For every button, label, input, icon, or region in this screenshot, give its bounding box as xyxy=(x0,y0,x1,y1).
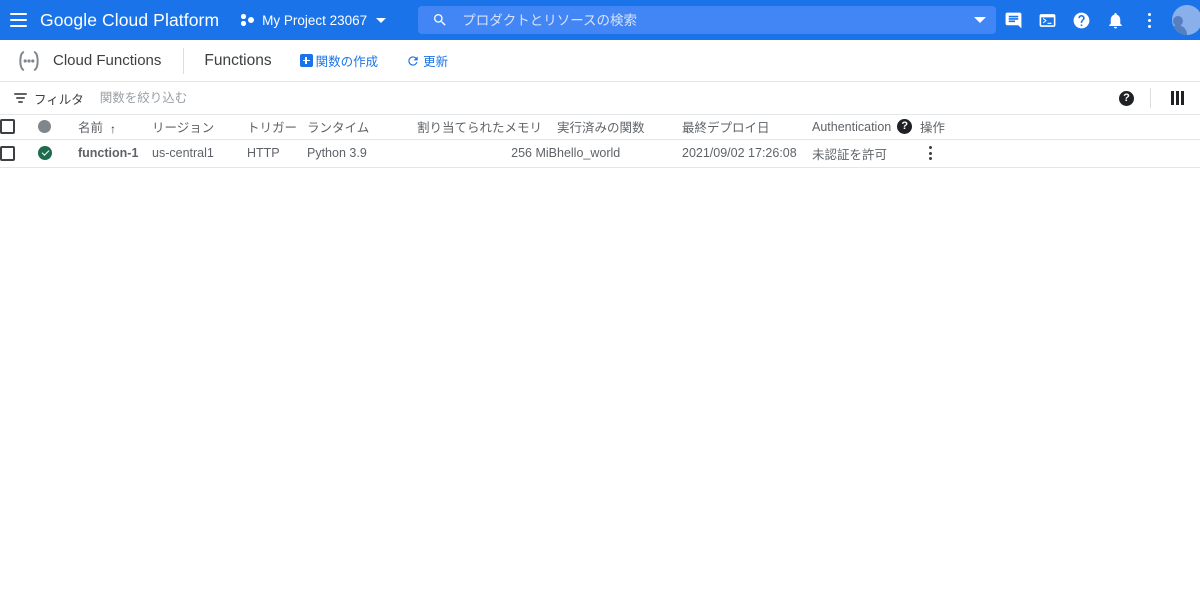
row-authentication: 未認証を許可 xyxy=(812,139,920,168)
project-dots-icon xyxy=(241,13,255,27)
row-name[interactable]: function-1 xyxy=(78,139,152,168)
column-header-last-deploy[interactable]: 最終デプロイ日 xyxy=(682,115,812,140)
column-header-operations: 操作 xyxy=(920,115,980,140)
search-input[interactable] xyxy=(462,12,967,28)
cloud-shell-icon[interactable] xyxy=(1030,0,1064,40)
search-icon xyxy=(432,12,448,28)
row-runtime: Python 3.9 xyxy=(307,139,417,168)
hamburger-line xyxy=(10,19,27,21)
create-function-button[interactable]: 関数の作成 xyxy=(299,51,379,70)
hamburger-menu-icon[interactable] xyxy=(10,0,27,40)
column-header-trigger[interactable]: トリガー xyxy=(247,115,307,140)
plus-icon xyxy=(299,54,313,67)
help-icon[interactable]: ? xyxy=(897,119,913,135)
select-all-header xyxy=(0,115,38,140)
filter-button[interactable]: フィルタ xyxy=(14,89,84,108)
create-function-label: 関数の作成 xyxy=(315,55,379,69)
row-trigger: HTTP xyxy=(247,139,307,168)
row-more-icon[interactable] xyxy=(920,146,940,160)
row-select-cell xyxy=(0,139,38,168)
row-spacer xyxy=(980,139,1200,168)
notifications-icon[interactable] xyxy=(1098,0,1132,40)
column-header-memory[interactable]: 割り当てられたメモリ xyxy=(417,115,557,140)
status-header xyxy=(38,115,78,140)
help-icon[interactable]: ? xyxy=(1119,90,1134,106)
help-icon[interactable] xyxy=(1064,0,1098,40)
kebab-dots xyxy=(1147,12,1151,28)
row-region: us-central1 xyxy=(152,139,247,168)
product-header: Cloud Functions Functions 関数の作成 更新 xyxy=(0,40,1200,82)
filter-input[interactable] xyxy=(99,91,1119,105)
product-name[interactable]: Cloud Functions xyxy=(53,52,161,69)
filter-bar: フィルタ ? xyxy=(0,82,1200,115)
status-ok-icon xyxy=(38,146,52,160)
table-row[interactable]: function-1 us-central1 HTTP Python 3.9 2… xyxy=(0,139,1200,168)
filter-icon xyxy=(14,93,27,103)
project-name: My Project 23067 xyxy=(262,12,368,28)
top-app-bar: Google Cloud Platform My Project 23067 xyxy=(0,0,1200,40)
feedback-icon[interactable] xyxy=(996,0,1030,40)
chevron-down-icon[interactable] xyxy=(974,17,987,23)
page-title: Functions xyxy=(204,51,272,69)
column-header-region[interactable]: リージョン xyxy=(152,115,247,140)
brand-title[interactable]: Google Cloud Platform xyxy=(40,10,219,31)
row-operations-cell xyxy=(920,139,980,168)
row-exec-function: hello_world xyxy=(557,139,682,168)
refresh-button[interactable]: 更新 xyxy=(406,51,448,70)
refresh-label: 更新 xyxy=(423,55,449,69)
filter-bar-divider xyxy=(1150,88,1151,108)
row-checkbox[interactable] xyxy=(0,145,15,161)
account-avatar[interactable] xyxy=(1172,5,1200,35)
filter-bar-actions: ? xyxy=(1119,87,1188,109)
column-header-authentication-label: Authentication xyxy=(812,119,892,134)
filter-label: フィルタ xyxy=(34,92,84,107)
column-header-name[interactable]: 名前 ↑ xyxy=(78,115,152,140)
column-header-name-label: 名前 xyxy=(78,121,104,136)
project-selector[interactable]: My Project 23067 xyxy=(241,12,387,28)
column-header-runtime[interactable]: ランタイム xyxy=(307,115,417,140)
table-body: function-1 us-central1 HTTP Python 3.9 2… xyxy=(0,139,1200,168)
table-header-row: 名前 ↑ リージョン トリガー ランタイム 割り当てられたメモリ 実行済みの関数 … xyxy=(0,115,1200,140)
select-all-checkbox[interactable] xyxy=(0,119,15,135)
cloud-functions-logo xyxy=(13,48,45,74)
hamburger-line xyxy=(10,25,27,27)
header-divider xyxy=(183,47,185,74)
functions-table: 名前 ↑ リージョン トリガー ランタイム 割り当てられたメモリ 実行済みの関数 … xyxy=(0,115,1200,168)
column-header-authentication[interactable]: Authentication ? xyxy=(812,115,920,140)
row-status-cell xyxy=(38,139,78,168)
more-options-icon[interactable] xyxy=(1132,0,1166,40)
sort-ascending-icon: ↑ xyxy=(110,122,117,137)
avatar-body xyxy=(1172,25,1188,35)
hamburger-line xyxy=(10,13,27,15)
table-header: 名前 ↑ リージョン トリガー ランタイム 割り当てられたメモリ 実行済みの関数 … xyxy=(0,115,1200,140)
refresh-icon xyxy=(406,54,420,68)
search-bar[interactable] xyxy=(418,6,997,34)
chevron-down-icon xyxy=(376,17,387,23)
row-last-deploy: 2021/09/02 17:26:08 xyxy=(682,139,812,168)
status-circle-icon xyxy=(38,120,51,134)
column-header-exec-function[interactable]: 実行済みの関数 xyxy=(557,115,682,140)
app-bar-actions xyxy=(996,0,1200,40)
row-memory: 256 MiB xyxy=(417,139,557,168)
column-header-spacer xyxy=(980,115,1200,140)
column-display-icon[interactable] xyxy=(1167,87,1188,109)
